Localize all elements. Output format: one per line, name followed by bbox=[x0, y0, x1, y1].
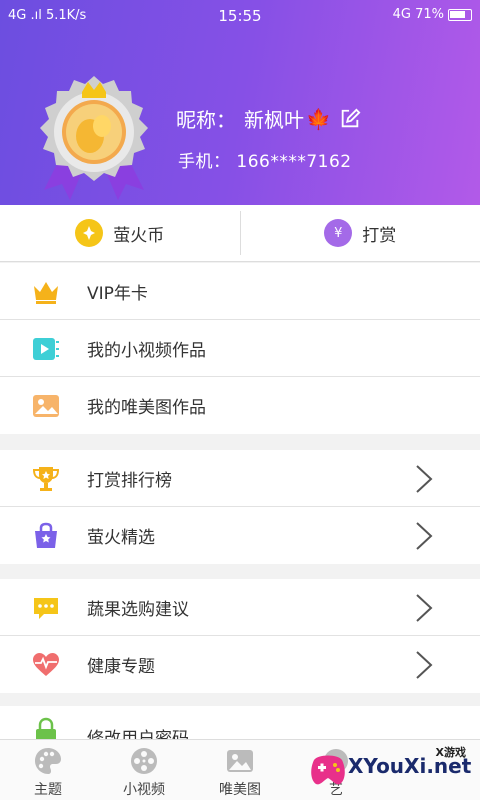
coin-row: 萤火币 ¥ 打赏 bbox=[0, 205, 480, 262]
coin-label: 萤火币 bbox=[113, 225, 165, 246]
menu-item-vip[interactable]: VIP年卡 bbox=[0, 263, 480, 320]
chevron-right-icon bbox=[416, 651, 433, 679]
menu-label: 健康专题 bbox=[87, 657, 155, 677]
tip-label: 打赏 bbox=[362, 225, 397, 246]
menu-group-4: 修改用户密码 bbox=[0, 706, 480, 739]
menu-item-health-topics[interactable]: 健康专题 bbox=[0, 636, 480, 693]
menu-item-my-videos[interactable]: 我的小视频作品 bbox=[0, 320, 480, 377]
chevron-right-icon bbox=[416, 522, 433, 550]
menu-group-1: VIP年卡 我的小视频作品 我的唯美图作品 bbox=[0, 263, 480, 434]
maple-leaf-emoji: 🍁 bbox=[306, 106, 331, 131]
palette-icon bbox=[35, 748, 61, 774]
image-icon bbox=[33, 395, 59, 417]
nickname-label: 昵称： bbox=[176, 108, 236, 132]
tab-short-video[interactable]: 小视频 bbox=[96, 740, 192, 800]
menu-item-my-images[interactable]: 我的唯美图作品 bbox=[0, 377, 480, 434]
menu-label: 修改用户密码 bbox=[87, 729, 189, 739]
firefly-coin-button[interactable]: 萤火币 bbox=[0, 205, 240, 261]
nickname-value: 新枫叶 bbox=[244, 108, 304, 132]
status-bar: 4G .ıl 5.1K/s 15:55 4G 71% bbox=[0, 6, 480, 26]
lock-icon bbox=[36, 717, 56, 739]
film-reel-icon bbox=[131, 748, 157, 774]
menu-item-produce-advice[interactable]: 蔬果选购建议 bbox=[0, 579, 480, 636]
tip-button[interactable]: ¥ 打赏 bbox=[241, 205, 480, 261]
battery-status: 4G 71% bbox=[393, 7, 472, 22]
menu-label: 打赏排行榜 bbox=[87, 470, 172, 491]
menu-item-tip-ranking[interactable]: 打赏排行榜 bbox=[0, 450, 480, 507]
nickname-row: 昵称： 新枫叶 🍁 bbox=[176, 104, 361, 133]
chat-bubble-icon bbox=[34, 598, 58, 619]
tab-label: 主题 bbox=[34, 782, 62, 798]
menu-label: 蔬果选购建议 bbox=[87, 599, 189, 620]
phone-row: 手机： 166****7162 bbox=[178, 147, 352, 172]
money-bag-icon: ¥ bbox=[324, 219, 353, 247]
menu-group-3: 蔬果选购建议 健康专题 bbox=[0, 579, 480, 693]
menu-label: VIP年卡 bbox=[87, 283, 148, 304]
phone-label: 手机： bbox=[178, 152, 231, 172]
gamepad-logo-icon bbox=[311, 755, 345, 785]
edit-icon[interactable] bbox=[339, 108, 361, 130]
battery-icon bbox=[448, 8, 472, 21]
trophy-icon bbox=[32, 467, 60, 491]
menu-label: 我的小视频作品 bbox=[87, 340, 206, 361]
shopping-bag-icon bbox=[35, 522, 57, 548]
picture-icon bbox=[227, 750, 253, 772]
profile-header: 4G .ıl 5.1K/s 15:55 4G 71% 昵称： 新枫叶 🍁 手机：… bbox=[0, 0, 480, 205]
tab-theme[interactable]: 主题 bbox=[0, 740, 96, 800]
watermark-site-text: XYouXi.net bbox=[348, 754, 472, 778]
coin-icon bbox=[75, 219, 104, 247]
tab-label: 小视频 bbox=[123, 782, 165, 798]
crown-icon bbox=[34, 282, 58, 304]
menu-label: 萤火精选 bbox=[87, 528, 155, 548]
chevron-right-icon bbox=[416, 465, 433, 493]
tab-label: 唯美图 bbox=[219, 782, 261, 798]
video-icon bbox=[33, 338, 59, 360]
menu-label: 我的唯美图作品 bbox=[87, 398, 206, 418]
avatar-badge-icon[interactable] bbox=[30, 72, 158, 200]
phone-value: 166****7162 bbox=[236, 152, 352, 172]
battery-text: 4G 71% bbox=[392, 7, 444, 22]
heartbeat-icon bbox=[33, 653, 59, 676]
menu-item-firefly-picks[interactable]: 萤火精选 bbox=[0, 507, 480, 564]
chevron-right-icon bbox=[416, 594, 433, 622]
tab-beautiful-images[interactable]: 唯美图 bbox=[192, 740, 288, 800]
menu-group-2: 打赏排行榜 萤火精选 bbox=[0, 450, 480, 564]
menu-item-change-password[interactable]: 修改用户密码 bbox=[0, 706, 480, 739]
site-watermark: X游戏 XYouXi.net bbox=[306, 742, 474, 796]
